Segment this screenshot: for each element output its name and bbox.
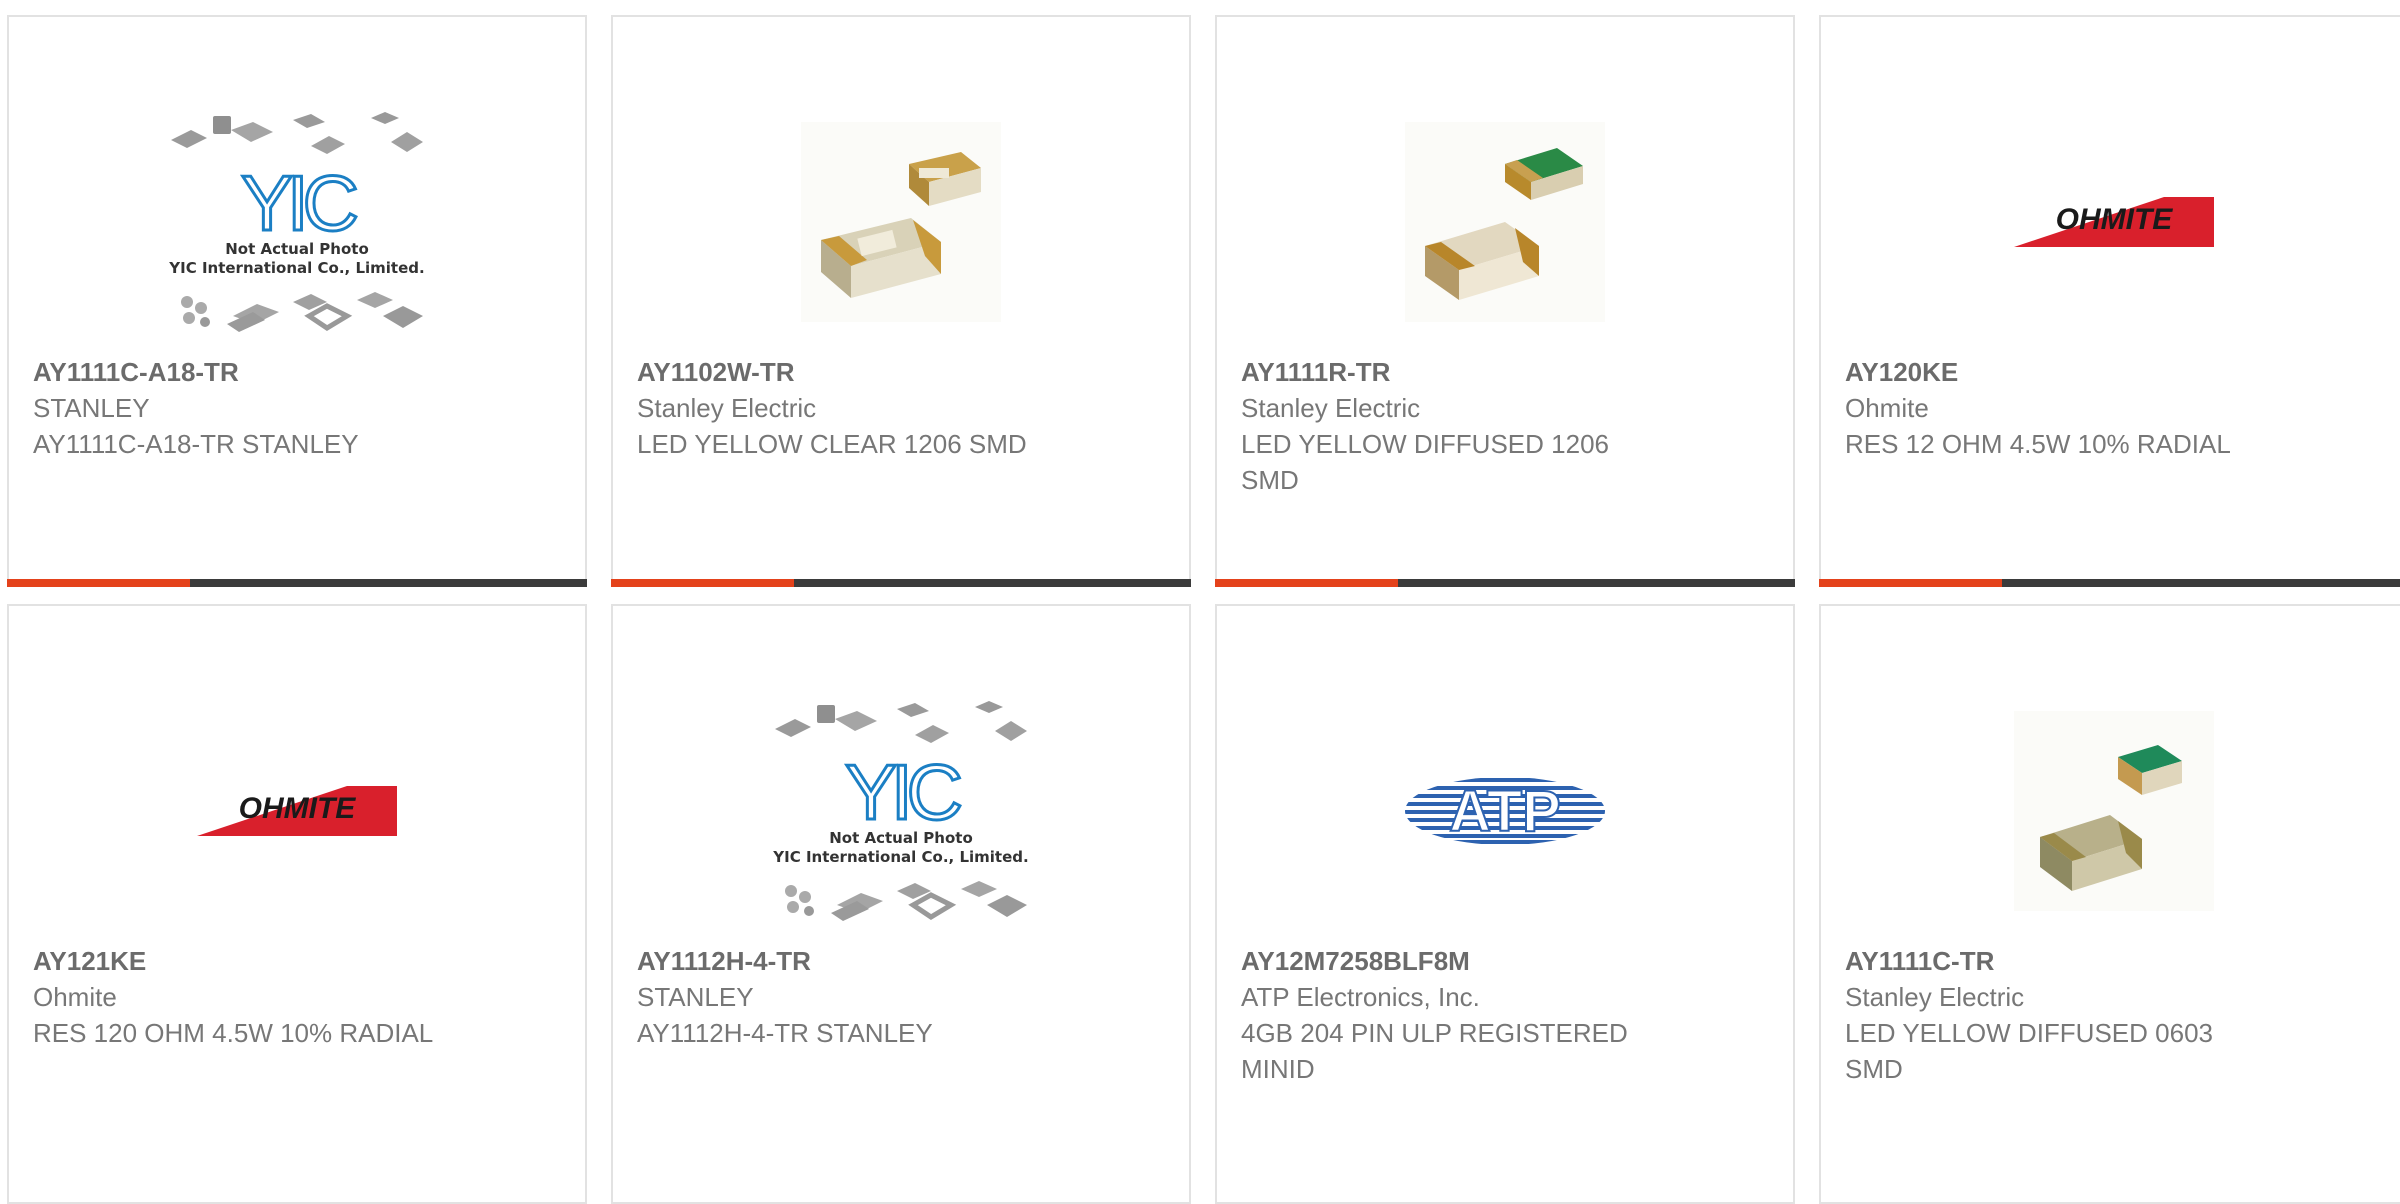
manufacturer: Stanley Electric (1241, 393, 1421, 423)
ohmite-logo-icon: OHMITE (2014, 197, 2214, 247)
part-number[interactable]: AY1111R-TR (1241, 354, 1653, 390)
product-image: OHMITE (1821, 77, 2400, 367)
card-bottom-bar (611, 579, 1191, 587)
product-image (9, 77, 585, 367)
smd-led-icon (801, 122, 1001, 322)
smd-led-icon (1405, 122, 1605, 322)
yic-placeholder-icon (765, 691, 1037, 931)
yic-placeholder-icon (161, 102, 433, 342)
product-card[interactable]: AY1112H-4-TR STANLEY AY1112H-4-TR STANLE… (611, 604, 1191, 1204)
part-number[interactable]: AY1102W-TR (637, 354, 1049, 390)
product-image: ATP (1217, 666, 1793, 956)
description: RES 12 OHM 4.5W 10% RADIAL (1845, 429, 2231, 459)
description: 4GB 204 PIN ULP REGISTERED MINID (1241, 1018, 1628, 1084)
part-number[interactable]: AY1111C-TR (1845, 943, 2267, 979)
product-card[interactable]: AY1111C-A18-TR STANLEY AY1111C-A18-TR ST… (7, 15, 587, 587)
part-number[interactable]: AY121KE (33, 943, 445, 979)
description: LED YELLOW DIFFUSED 0603 SMD (1845, 1018, 2213, 1084)
svg-text:OHMITE: OHMITE (239, 792, 357, 825)
product-card[interactable]: ATP AY12M7258BLF8M ATP Electronics, Inc.… (1215, 604, 1795, 1204)
svg-text:ATP: ATP (1449, 779, 1561, 844)
product-image (1217, 77, 1793, 367)
card-bottom-bar (1819, 579, 2400, 587)
svg-text:OHMITE: OHMITE (2056, 203, 2174, 236)
manufacturer: Stanley Electric (1845, 982, 2025, 1012)
description: LED YELLOW DIFFUSED 1206 SMD (1241, 429, 1609, 495)
manufacturer: STANLEY (33, 393, 150, 423)
manufacturer: Stanley Electric (637, 393, 817, 423)
atp-logo-icon: ATP (1405, 777, 1605, 845)
description: RES 120 OHM 4.5W 10% RADIAL (33, 1018, 434, 1048)
part-number[interactable]: AY1111C-A18-TR (33, 354, 445, 390)
manufacturer: STANLEY (637, 982, 754, 1012)
manufacturer: Ohmite (1845, 393, 1929, 423)
part-number[interactable]: AY120KE (1845, 354, 2267, 390)
product-image (613, 77, 1189, 367)
product-image (1821, 666, 2400, 956)
manufacturer: Ohmite (33, 982, 117, 1012)
part-number[interactable]: AY12M7258BLF8M (1241, 943, 1653, 979)
product-image (613, 666, 1189, 956)
product-card[interactable]: AY1111R-TR Stanley Electric LED YELLOW D… (1215, 15, 1795, 587)
manufacturer: ATP Electronics, Inc. (1241, 982, 1480, 1012)
smd-led-icon (2014, 711, 2214, 911)
ohmite-logo-icon: OHMITE (197, 786, 397, 836)
product-card[interactable]: OHMITE AY121KE Ohmite RES 120 OHM 4.5W 1… (7, 604, 587, 1204)
product-card[interactable]: OHMITE AY120KE Ohmite RES 12 OHM 4.5W 10… (1819, 15, 2400, 587)
description: LED YELLOW CLEAR 1206 SMD (637, 429, 1027, 459)
description: AY1112H-4-TR STANLEY (637, 1018, 933, 1048)
description: AY1111C-A18-TR STANLEY (33, 429, 359, 459)
card-bottom-bar (1215, 579, 1795, 587)
product-card[interactable]: AY1111C-TR Stanley Electric LED YELLOW D… (1819, 604, 2400, 1204)
part-number[interactable]: AY1112H-4-TR (637, 943, 1049, 979)
card-bottom-bar (7, 579, 587, 587)
product-card[interactable]: AY1102W-TR Stanley Electric LED YELLOW C… (611, 15, 1191, 587)
product-image: OHMITE (9, 666, 585, 956)
